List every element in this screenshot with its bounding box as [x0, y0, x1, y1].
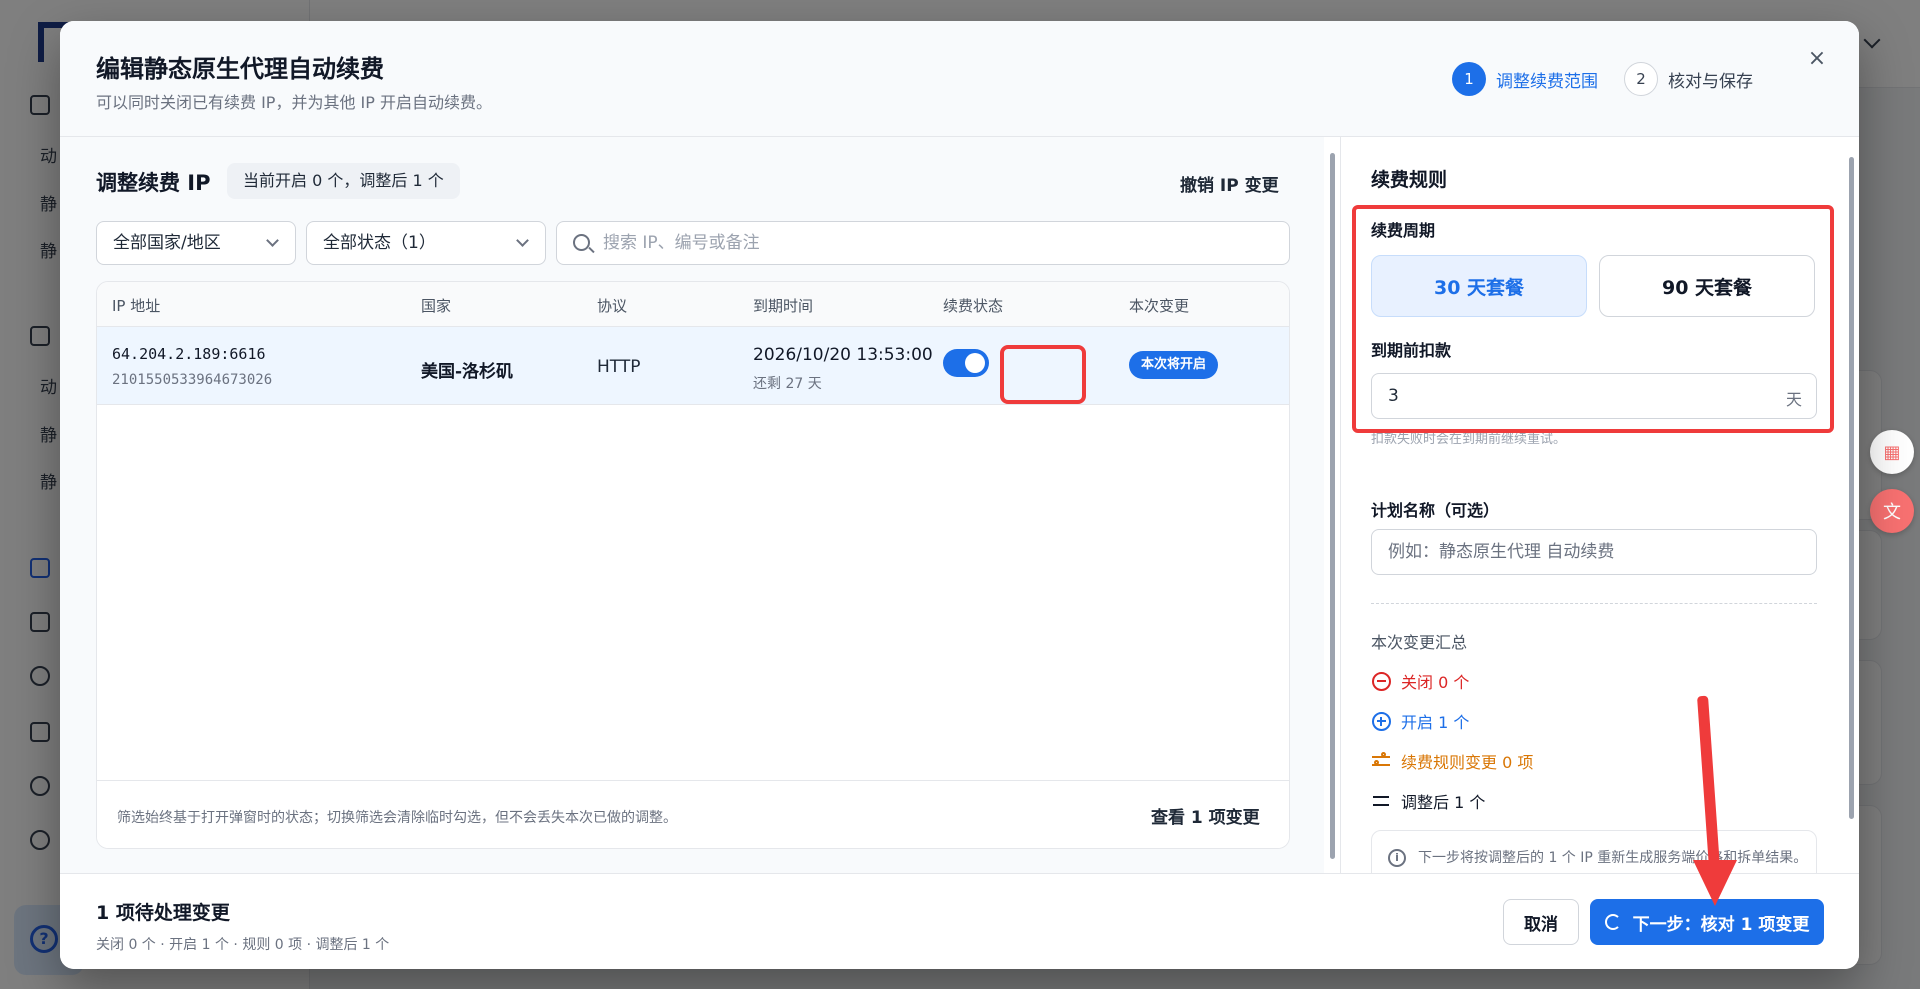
ip-adjust-panel: 调整续费 IP 当前开启 0 个，调整后 1 个 撤销 IP 变更 全部国家/地…	[60, 137, 1324, 873]
status-filter-select[interactable]: 全部状态（1）	[306, 221, 546, 265]
right-scrollbar[interactable]	[1849, 145, 1857, 871]
step-label: 调整续费范围	[1496, 71, 1598, 92]
table-header: IP 地址 国家 协议 到期时间 续费状态 本次变更	[97, 282, 1289, 327]
modal-subtitle: 可以同时关闭已有续费 IP，并为其他 IP 开启自动续费。	[96, 93, 492, 112]
plus-circle-icon	[1371, 711, 1391, 731]
annotation-highlight-rules	[1352, 205, 1834, 433]
modal-title: 编辑静态原生代理自动续费	[96, 55, 384, 83]
equals-icon	[1371, 791, 1391, 811]
summary-open-text: 开启 1 个	[1401, 713, 1470, 732]
ip-table: IP 地址 国家 协议 到期时间 续费状态 本次变更 64.204.2.189:…	[96, 281, 1290, 849]
plan-name-field	[1371, 529, 1817, 575]
count-badge: 当前开启 0 个，调整后 1 个	[227, 163, 460, 199]
edit-renewal-modal: 编辑静态原生代理自动续费 可以同时关闭已有续费 IP，并为其他 IP 开启自动续…	[60, 21, 1859, 969]
table-footer: 筛选始终基于打开弹窗时的状态；切换筛选会清除临时勾选，但不会丢失本次已做的调整。…	[97, 780, 1289, 848]
toggle-knob	[965, 353, 985, 373]
info-text: 下一步将按调整后的 1 个 IP 重新生成服务端价格和拆单结果。	[1418, 850, 1808, 866]
annotation-highlight-toggle	[1000, 345, 1086, 404]
search-box	[556, 221, 1290, 265]
scrollbar-thumb[interactable]	[1330, 153, 1335, 859]
country-filter-select[interactable]: 全部国家/地区	[96, 221, 296, 265]
step-number: 2	[1624, 62, 1658, 96]
plan-name-label: 计划名称（可选）	[1371, 501, 1500, 520]
column-header-protocol: 协议	[597, 297, 628, 315]
step-number: 1	[1452, 62, 1486, 96]
apps-icon[interactable]: ▦	[1870, 430, 1914, 474]
annotation-arrow-head	[1693, 860, 1737, 906]
step-2[interactable]: 2 核对与保存	[1624, 62, 1753, 96]
next-step-label: 下一步：核对 1 项变更	[1632, 914, 1810, 935]
summary-open: 开启 1 个	[1371, 709, 1469, 733]
expire-time: 2026/10/20 13:53:00	[753, 345, 933, 365]
status-filter-value: 全部状态（1）	[323, 233, 436, 253]
cancel-button[interactable]: 取消	[1503, 899, 1579, 945]
info-icon: i	[1388, 849, 1406, 867]
sliders-icon	[1371, 751, 1391, 771]
chevron-down-icon	[516, 234, 529, 247]
refresh-icon	[1604, 914, 1621, 930]
divider	[1371, 603, 1817, 604]
step-1[interactable]: 1 调整续费范围	[1452, 62, 1598, 96]
section-title: 调整续费 IP	[96, 171, 211, 195]
view-changes-button[interactable]: 查看 1 项变更	[1151, 803, 1260, 828]
search-icon	[573, 234, 590, 251]
summary-close-text: 关闭 0 个	[1401, 673, 1470, 692]
summary-title: 本次变更汇总	[1371, 633, 1468, 652]
plan-name-input[interactable]	[1388, 530, 1798, 574]
undo-ip-change-button[interactable]: 撤销 IP 变更	[1180, 171, 1279, 196]
pending-changes-title: 1 项待处理变更	[96, 902, 230, 924]
change-badge: 本次将开启	[1129, 351, 1219, 379]
ip-id: 2101550533964673026	[112, 372, 273, 388]
remaining-days: 还剩 27 天	[753, 376, 822, 392]
modal-footer: 1 项待处理变更 关闭 0 个 · 开启 1 个 · 规则 0 项 · 调整后 …	[60, 873, 1859, 969]
ip-address: 64.204.2.189:6616	[112, 345, 266, 363]
summary-after-text: 调整后 1 个	[1401, 793, 1486, 812]
rules-title: 续费规则	[1371, 169, 1448, 191]
summary-after: 调整后 1 个	[1371, 789, 1485, 813]
scrollbar-thumb[interactable]	[1849, 157, 1854, 819]
translate-icon[interactable]: 文	[1870, 489, 1914, 533]
search-input[interactable]	[603, 222, 1273, 264]
summary-rules-text: 续费规则变更 0 项	[1401, 753, 1534, 772]
left-scrollbar[interactable]	[1326, 141, 1338, 871]
protocol-cell: HTTP	[597, 357, 641, 377]
step-label: 核对与保存	[1668, 71, 1753, 92]
summary-close: 关闭 0 个	[1371, 669, 1469, 693]
filter-note: 筛选始终基于打开弹窗时的状态；切换筛选会清除临时勾选，但不会丢失本次已做的调整。	[117, 810, 677, 826]
column-header-change: 本次变更	[1129, 297, 1190, 315]
stepper: 1 调整续费范围 2 核对与保存	[1452, 62, 1779, 96]
minus-circle-icon	[1371, 671, 1391, 691]
summary-rules: 续费规则变更 0 项	[1371, 749, 1533, 773]
chevron-down-icon	[266, 234, 279, 247]
column-header-expire: 到期时间	[753, 297, 814, 315]
column-header-ip: IP 地址	[112, 297, 161, 315]
column-header-renew-status: 续费状态	[943, 297, 1004, 315]
modal-header: 编辑静态原生代理自动续费 可以同时关闭已有续费 IP，并为其他 IP 开启自动续…	[60, 21, 1859, 137]
column-header-country: 国家	[421, 297, 452, 315]
country-filter-value: 全部国家/地区	[113, 233, 221, 253]
renew-toggle[interactable]	[943, 349, 989, 377]
pending-changes-summary: 关闭 0 个 · 开启 1 个 · 规则 0 项 · 调整后 1 个	[96, 937, 390, 953]
table-row[interactable]: 64.204.2.189:6616 2101550533964673026 美国…	[97, 327, 1289, 405]
country-cell: 美国-洛杉矶	[421, 362, 514, 382]
close-icon[interactable]: ×	[1802, 43, 1832, 73]
